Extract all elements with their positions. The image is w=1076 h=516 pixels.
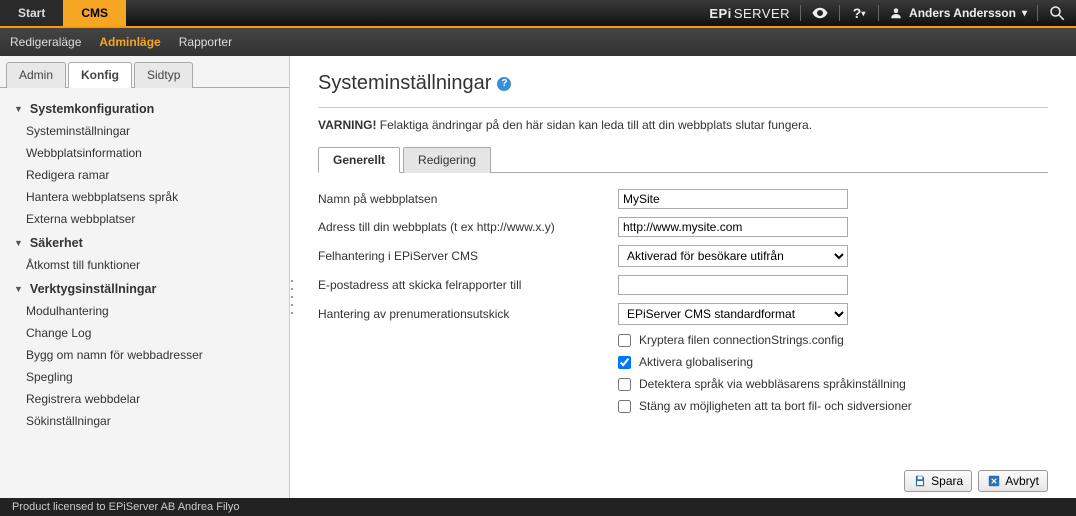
cancel-label: Avbryt [1005,474,1039,488]
input-sitename[interactable] [618,189,848,209]
sidebar-item[interactable]: Hantera webbplatsens språk [0,186,289,208]
eye-icon[interactable] [811,4,829,22]
label-subscription: Hantering av prenumerationsutskick [318,307,618,321]
check-encrypt: Kryptera filen connectionStrings.config [618,333,1048,347]
save-label: Spara [931,474,963,488]
main: Admin Konfig Sidtyp Systemkonfiguration … [0,56,1076,498]
sidebar-item[interactable]: Registrera webbdelar [0,388,289,410]
label-siteurl: Adress till din webbplats (t ex http://w… [318,220,618,234]
row-subscription: Hantering av prenumerationsutskick EPiSe… [318,303,1048,325]
topbar-tabs: Start CMS [0,0,126,26]
brand-bold: EPi [709,6,731,21]
topbar-right: EPiSERVER ? ▾ Anders Andersson ▾ [709,0,1076,26]
check-disabledelete: Stäng av möjligheten att ta bort fil- oc… [618,399,1048,413]
sidebar-item[interactable]: Webbplatsinformation [0,142,289,164]
row-sitename: Namn på webbplatsen [318,189,1048,209]
save-icon [913,474,927,488]
cancel-icon [987,474,1001,488]
checkbox-detectlang[interactable] [618,378,631,391]
sidebar-item[interactable]: Åtkomst till funktioner [0,254,289,276]
sidebar-tab-admin[interactable]: Admin [6,62,66,88]
user-menu[interactable]: Anders Andersson ▾ [889,6,1027,20]
checkbox-globalization[interactable] [618,356,631,369]
content-tabs: Generellt Redigering [318,146,1048,173]
select-subscription[interactable]: EPiServer CMS standardformat [618,303,848,325]
page-title-text: Systeminställningar [318,72,491,95]
tab-cms[interactable]: CMS [63,0,126,26]
cancel-button[interactable]: Avbryt [978,470,1048,492]
check-label: Kryptera filen connectionStrings.config [639,333,844,347]
divider [800,5,801,21]
group-verktyg[interactable]: Verktygsinställningar [0,276,289,300]
checkbox-encrypt[interactable] [618,334,631,347]
sidebar-item[interactable]: Systeminställningar [0,120,289,142]
subnav-edit[interactable]: Redigeraläge [10,35,81,49]
sidebar-item[interactable]: Modulhantering [0,300,289,322]
help-icon[interactable]: ? ▾ [850,4,868,22]
action-bar: Spara Avbryt [904,470,1048,492]
row-siteurl: Adress till din webbplats (t ex http://w… [318,217,1048,237]
sidebar-item[interactable]: Change Log [0,322,289,344]
check-label: Stäng av möjligheten att ta bort fil- oc… [639,399,912,413]
label-errorhandling: Felhantering i EPiServer CMS [318,249,618,263]
subnav-admin[interactable]: Adminläge [99,35,160,49]
user-name: Anders Andersson [909,6,1016,20]
select-errorhandling[interactable]: Aktiverad för besökare utifrån [618,245,848,267]
check-globalization: Aktivera globalisering [618,355,1048,369]
sidebar-tab-konfig[interactable]: Konfig [68,62,132,88]
footer-text: Product licensed to EPiServer AB Andrea … [12,501,239,513]
divider [878,5,879,21]
checkbox-disabledelete[interactable] [618,400,631,413]
group-systemkonfiguration[interactable]: Systemkonfiguration [0,96,289,120]
subnav-reports[interactable]: Rapporter [179,35,232,49]
sidebar-item[interactable]: Bygg om namn för webbadresser [0,344,289,366]
check-detectlang: Detektera språk via webbläsarens språkin… [618,377,1048,391]
brand-rest: SERVER [734,6,790,21]
brand-logo: EPiSERVER [709,6,790,21]
check-label: Detektera språk via webbläsarens språkin… [639,377,906,391]
topbar: Start CMS EPiSERVER ? ▾ Anders Andersson… [0,0,1076,28]
label-sitename: Namn på webbplatsen [318,192,618,206]
sidebar-tabs: Admin Konfig Sidtyp [0,56,289,88]
tab-start[interactable]: Start [0,0,63,26]
chevron-down-icon: ▾ [1022,8,1027,19]
subbar: Redigeraläge Adminläge Rapporter [0,28,1076,56]
row-errorhandling: Felhantering i EPiServer CMS Aktiverad f… [318,245,1048,267]
sidebar-item[interactable]: Sökinställningar [0,410,289,432]
input-erroremail[interactable] [618,275,848,295]
divider [1037,5,1038,21]
separator [318,107,1048,108]
warning-text: VARNING! Felaktiga ändringar på den här … [318,118,1048,132]
group-sakerhet[interactable]: Säkerhet [0,230,289,254]
footer: Product licensed to EPiServer AB Andrea … [0,498,1076,516]
row-erroremail: E-postadress att skicka felrapporter til… [318,275,1048,295]
sidebar-body: Systemkonfiguration Systeminställningar … [0,87,289,482]
sidebar: Admin Konfig Sidtyp Systemkonfiguration … [0,56,290,498]
warning-rest: Felaktiga ändringar på den här sidan kan… [376,118,812,132]
user-icon [889,6,903,20]
warning-bold: VARNING! [318,118,376,132]
tab-generellt[interactable]: Generellt [318,147,400,173]
divider [839,5,840,21]
search-icon[interactable] [1048,4,1066,22]
page-title: Systeminställningar ? [318,72,1048,95]
sidebar-item[interactable]: Externa webbplatser [0,208,289,230]
tab-redigering[interactable]: Redigering [403,147,491,173]
sidebar-tab-sidtyp[interactable]: Sidtyp [134,62,193,88]
label-erroremail: E-postadress att skicka felrapporter til… [318,278,618,292]
check-label: Aktivera globalisering [639,355,753,369]
sidebar-item[interactable]: Redigera ramar [0,164,289,186]
save-button[interactable]: Spara [904,470,972,492]
content: Systeminställningar ? VARNING! Felaktiga… [290,56,1076,498]
sidebar-item[interactable]: Spegling [0,366,289,388]
help-icon[interactable]: ? [497,77,511,91]
input-siteurl[interactable] [618,217,848,237]
